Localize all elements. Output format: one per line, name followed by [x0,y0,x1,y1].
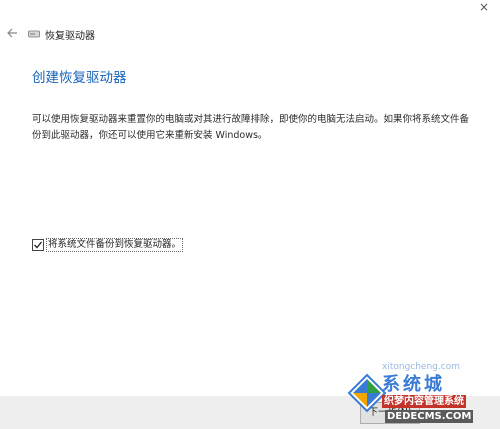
description-text: 可以使用恢复驱动器来重置你的电脑或对其进行故障排除，即使你的电脑无法启动。如果你… [32,114,470,141]
checkmark-icon [34,241,43,249]
close-window-button[interactable]: × [474,0,494,16]
drive-icon [28,30,40,38]
watermark-domain: DEDECMS.COM [385,410,474,423]
backup-checkbox[interactable] [32,239,44,251]
watermark-stamp: 织梦内容管理系统 [382,395,466,408]
window-title: 恢复驱动器 [45,31,95,42]
watermark-brand-text: 系统城 [382,374,445,395]
title-bar: 恢复驱动器 [0,24,500,46]
page-title: 创建恢复驱动器 [32,70,127,86]
arrow-left-icon[interactable] [6,27,18,39]
watermark-logo-icon [347,373,387,413]
backup-checkbox-label[interactable]: 将系统文件备份到恢复驱动器。 [46,238,184,252]
